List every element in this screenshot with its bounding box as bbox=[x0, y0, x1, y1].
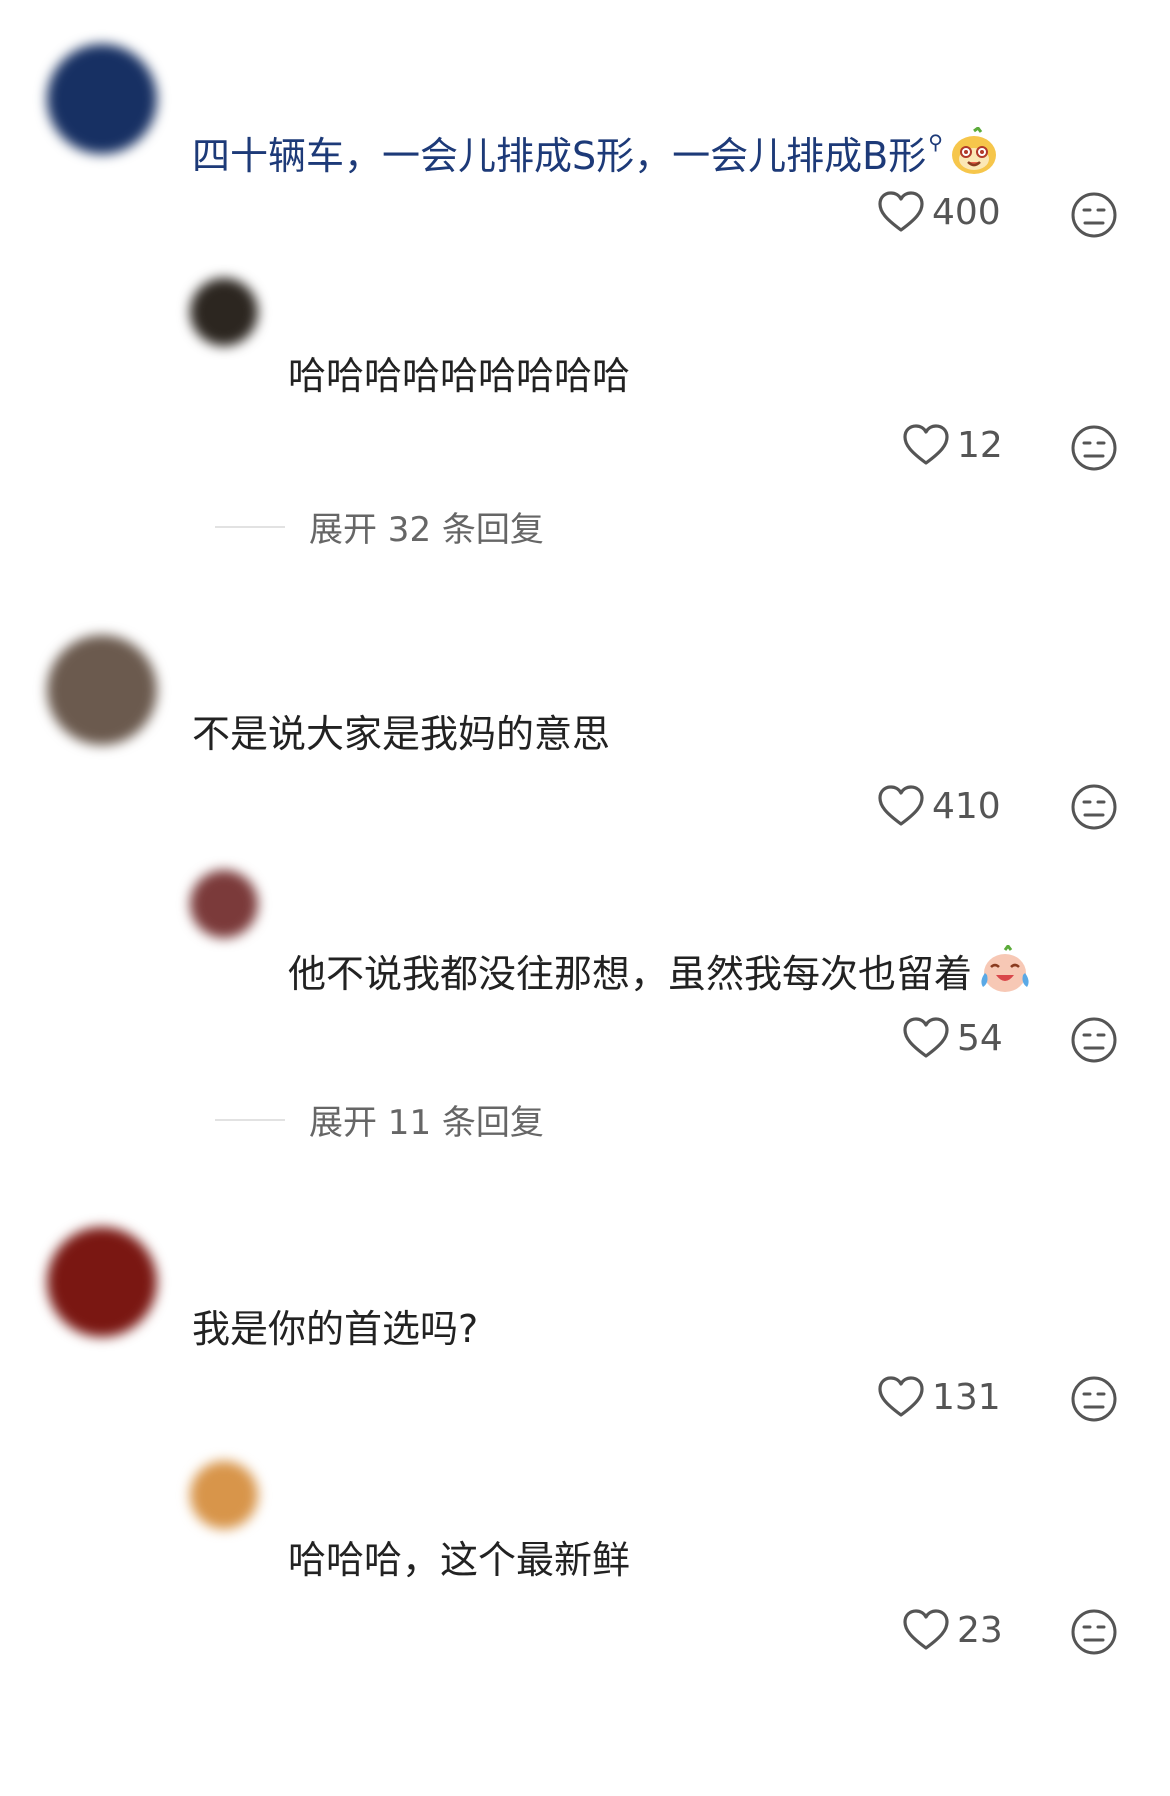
search-icon[interactable]: ⚲ bbox=[928, 118, 943, 166]
dislike-face-icon[interactable] bbox=[1070, 783, 1118, 831]
comment-text: 我是你的首选吗? bbox=[192, 1307, 479, 1351]
dislike-face-icon[interactable] bbox=[1070, 424, 1118, 472]
like-button[interactable]: 410 bbox=[878, 785, 1001, 827]
expand-replies-button[interactable]: 展开 11 条回复 bbox=[215, 1095, 544, 1144]
heart-icon bbox=[903, 1017, 949, 1058]
heart-icon bbox=[878, 191, 924, 232]
like-count: 410 bbox=[932, 785, 1001, 827]
like-count: 400 bbox=[932, 191, 1001, 233]
like-count: 23 bbox=[957, 1609, 1003, 1651]
like-button[interactable]: 54 bbox=[903, 1017, 1003, 1059]
reply-text: 他不说我都没往那想，虽然我每次也留着 bbox=[288, 943, 1032, 1006]
comment-text-content: 四十辆车，一会儿排成S形，一会儿排成B形 bbox=[192, 134, 927, 178]
heart-icon bbox=[878, 1376, 924, 1417]
like-count: 12 bbox=[957, 424, 1003, 466]
like-button[interactable]: 12 bbox=[903, 424, 1003, 466]
expand-replies-button[interactable]: 展开 32 条回复 bbox=[215, 502, 544, 551]
heart-icon bbox=[903, 1609, 949, 1650]
reply-text: 哈哈哈，这个最新鲜 bbox=[288, 1538, 631, 1582]
expand-replies-label: 展开 32 条回复 bbox=[309, 510, 544, 550]
like-count: 54 bbox=[957, 1017, 1003, 1059]
crying-laughing-emoji bbox=[978, 943, 1032, 1006]
divider-line bbox=[215, 1118, 285, 1121]
dislike-face-icon[interactable] bbox=[1070, 1016, 1118, 1064]
commenter-avatar[interactable] bbox=[47, 635, 157, 745]
reply-text-content: 他不说我都没往那想，虽然我每次也留着 bbox=[288, 952, 973, 996]
cartoon-face-emoji bbox=[949, 125, 999, 188]
comment-text: 不是说大家是我妈的意思 bbox=[192, 712, 611, 756]
reply-avatar[interactable] bbox=[190, 1461, 258, 1529]
commenter-avatar[interactable] bbox=[47, 1227, 157, 1337]
comment-text: 四十辆车，一会儿排成S形，一会儿排成B形 ⚲ bbox=[192, 118, 999, 188]
like-count: 131 bbox=[932, 1376, 1001, 1418]
dislike-face-icon[interactable] bbox=[1070, 1375, 1118, 1423]
reply-avatar[interactable] bbox=[190, 870, 258, 938]
expand-replies-label: 展开 11 条回复 bbox=[309, 1103, 544, 1143]
dislike-face-icon[interactable] bbox=[1070, 191, 1118, 239]
like-button[interactable]: 23 bbox=[903, 1609, 1003, 1651]
reply-text: 哈哈哈哈哈哈哈哈哈 bbox=[288, 354, 631, 398]
divider-line bbox=[215, 525, 285, 528]
heart-icon bbox=[903, 424, 949, 465]
like-button[interactable]: 400 bbox=[878, 191, 1001, 233]
like-button[interactable]: 131 bbox=[878, 1376, 1001, 1418]
dislike-face-icon[interactable] bbox=[1070, 1608, 1118, 1656]
heart-icon bbox=[878, 785, 924, 826]
reply-avatar[interactable] bbox=[190, 278, 258, 346]
commenter-avatar[interactable] bbox=[47, 44, 157, 154]
